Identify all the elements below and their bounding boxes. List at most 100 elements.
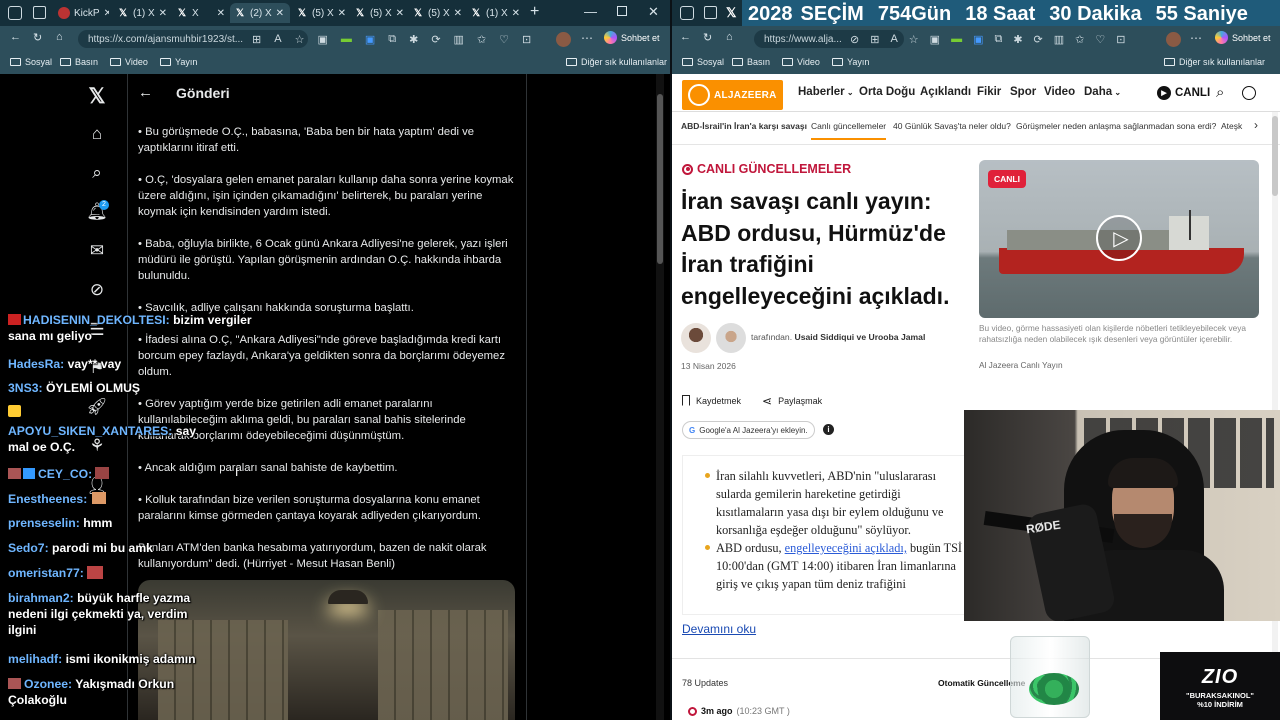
profile-avatar[interactable] [556,32,571,47]
tracking-prevention-icon[interactable]: ⊘ [850,33,859,46]
more-menu-icon[interactable]: ⋯ [581,31,593,45]
inline-link[interactable]: engelleyeceğini açıkladı, [785,541,907,555]
bookmark-folder[interactable]: Sosyal [682,57,724,67]
subnav-talks[interactable]: Görüşmeler neden anlaşma sağlanmadan son… [1016,121,1216,131]
new-tab-button[interactable]: + [530,3,539,21]
copilot-button[interactable]: Sohbet et [604,31,660,44]
extension-icon[interactable]: ▬ [341,33,352,46]
workspaces-icon[interactable] [8,6,22,20]
browser-essentials-icon[interactable]: ♡ [1095,33,1105,46]
sync-icon[interactable]: ⟳ [1034,33,1043,46]
nav-haberler[interactable]: Haberler ⌄ [798,86,854,98]
search-icon[interactable]: ⌕ [1216,84,1224,101]
tab-x-6[interactable]: 𝕏 (5) X ✕ [408,3,463,23]
grok-icon[interactable]: ⊘ [70,280,124,300]
byline-authors[interactable]: Usaid Siddiqui ve Urooba Jamal [794,332,925,342]
nav-spor[interactable]: Spor [1010,86,1036,98]
share-button[interactable]: ⋖ Paylaşmak [762,394,822,408]
tab-kick[interactable]: KickP ✕ [54,3,109,23]
bookmark-folder[interactable]: Yayın [832,57,869,67]
tab-x-2[interactable]: 𝕏 X ✕ [172,3,227,23]
tab-x-1[interactable]: 𝕏 (1) X ✕ [113,3,168,23]
subnav-live-updates[interactable]: Canlı güncellemeler [811,121,887,140]
x-back-button[interactable]: ← [138,84,153,101]
favorites-icon[interactable]: ✩ [477,33,486,46]
other-bookmarks[interactable]: Diğer sık kullanılanlar [566,57,667,67]
premium-icon[interactable]: 🚀︎ [70,397,124,417]
x-logo-icon[interactable]: 𝕏 [70,84,124,109]
copilot-button[interactable]: Sohbet et [1215,31,1271,44]
home-icon[interactable]: ⌂ [726,31,733,43]
messages-icon[interactable]: ✉︎ [70,241,124,261]
home-icon[interactable]: ⌂ [70,124,124,144]
x-icon[interactable]: 𝕏 [726,5,736,21]
split-screen-icon[interactable]: ⊞ [870,33,879,46]
close-icon[interactable]: ✕ [276,8,284,19]
close-icon[interactable]: ✕ [396,8,404,19]
sync-icon[interactable]: ⟳ [431,33,440,46]
aj-logo[interactable]: ALJAZEERA [682,80,783,110]
extension-icon[interactable]: ✱ [409,33,418,46]
extension-icon[interactable]: ✱ [1013,33,1022,46]
nav-aciklandi[interactable]: Açıklandı [920,86,971,98]
account-icon[interactable] [1242,86,1256,100]
back-icon[interactable]: ← [680,31,691,43]
subnav-ceasefire[interactable]: Ateşk [1221,121,1242,131]
tab-x-3-active[interactable]: 𝕏 (2) X ✕ [230,3,290,23]
google-source-pill[interactable]: G Google'a Al Jazeera'yı ekleyin. [682,421,815,439]
tab-actions-icon[interactable] [704,6,717,19]
close-window-button[interactable]: ✕ [648,4,659,20]
save-button[interactable]: Kaydetmek [682,395,741,406]
bookmark-folder[interactable]: Basın [732,57,770,67]
read-aloud-icon[interactable]: A [274,33,281,46]
close-icon[interactable]: ✕ [217,8,225,19]
maximize-button[interactable] [617,6,627,16]
split-screen-icon[interactable]: ⊞ [252,33,261,46]
close-icon[interactable]: ✕ [159,8,167,19]
collections-icon[interactable]: ⊡ [522,33,531,46]
nav-daha[interactable]: Daha ⌄ [1084,86,1121,98]
extension-icon[interactable]: ⧉ [994,33,1002,46]
home-icon[interactable]: ⌂ [56,31,63,43]
read-more-link[interactable]: Devamını oku [682,622,756,636]
read-aloud-icon[interactable]: A [890,33,897,46]
bookmark-folder[interactable]: Video [110,57,148,67]
extension-icon[interactable]: ▣ [973,33,983,46]
back-icon[interactable]: ← [10,31,21,43]
split-icon[interactable]: ▥ [1054,33,1064,46]
extension-icon[interactable]: ▣ [930,33,940,46]
close-icon[interactable]: ✕ [454,8,462,19]
play-button-icon[interactable]: ▷ [1096,215,1142,261]
minimize-button[interactable]: — [584,4,597,19]
nav-orta-dogu[interactable]: Orta Doğu [859,86,915,98]
info-icon[interactable]: i [823,424,834,435]
extension-icon[interactable]: ▬ [951,33,962,46]
tab-x-5[interactable]: 𝕏 (5) X ✕ [350,3,405,23]
nav-fikir[interactable]: Fikir [977,86,1001,98]
aj-scrollbar-thumb[interactable] [1272,116,1278,196]
profile-avatar[interactable] [1166,32,1181,47]
chevron-right-icon[interactable]: › [1254,118,1258,132]
collections-icon[interactable]: ⊡ [1116,33,1125,46]
nav-video[interactable]: Video [1044,86,1075,98]
bookmark-folder[interactable]: Yayın [160,57,197,67]
subnav-40-days[interactable]: 40 Günlük Savaş'ta neler oldu? [893,121,1011,131]
close-icon[interactable]: ✕ [338,8,346,19]
close-icon[interactable]: ✕ [104,8,109,19]
other-bookmarks[interactable]: Diğer sık kullanılanlar [1164,57,1265,67]
favorite-star-icon[interactable]: ☆ [909,33,919,46]
x-scrollbar[interactable] [656,74,664,720]
favorites-icon[interactable]: ✩ [1075,33,1084,46]
notifications-icon[interactable]: 🔔︎ [70,202,124,222]
split-icon[interactable]: ▥ [454,33,464,46]
workspaces-icon[interactable] [680,6,694,20]
x-scrollbar-thumb[interactable] [657,94,663,264]
extension-icon[interactable]: ⧉ [388,33,396,46]
reload-icon[interactable]: ↻ [703,31,712,44]
extension-icon[interactable]: ▣ [317,33,327,46]
reload-icon[interactable]: ↻ [33,31,42,44]
live-video-player[interactable]: CANLI ▷ [979,160,1259,318]
subnav-war[interactable]: ABD-İsrail'in İran'a karşı savaşı [681,121,807,131]
bookmark-folder[interactable]: Sosyal [10,57,52,67]
close-icon[interactable]: ✕ [512,8,520,19]
